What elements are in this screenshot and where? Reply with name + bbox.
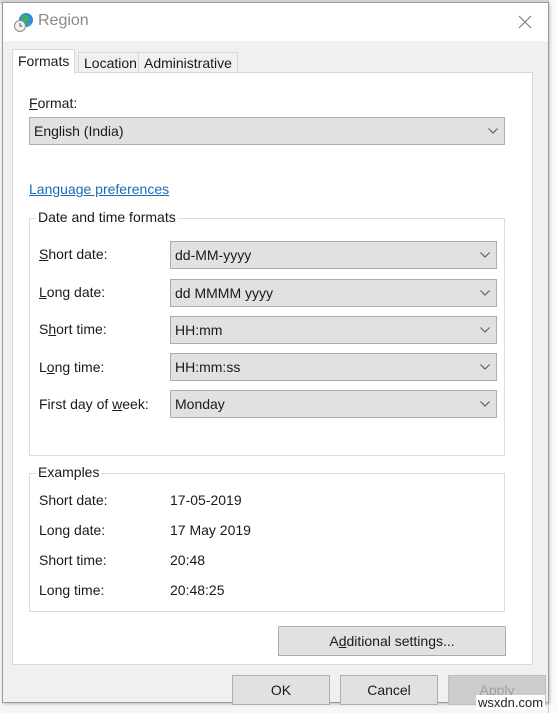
long-time-dropdown[interactable]: HH:mm:ss — [170, 353, 497, 381]
label-post: ort time: — [56, 321, 107, 337]
long-date-value: dd MMMM yyyy — [175, 285, 273, 301]
short-date-dropdown[interactable]: dd-MM-yyyy — [170, 241, 497, 269]
example-long-date-label: Long date: — [39, 522, 106, 538]
format-dropdown[interactable]: English (India) — [29, 117, 505, 145]
btn-text-post: ditional settings... — [346, 633, 455, 649]
short-date-label: Short date: — [39, 246, 108, 262]
short-date-value: dd-MM-yyyy — [175, 247, 252, 263]
format-label: Format: — [29, 95, 77, 111]
language-preferences-link[interactable]: Language preferences — [29, 181, 169, 197]
long-date-dropdown[interactable]: dd MMMM yyyy — [170, 279, 497, 307]
first-day-of-week-value: Monday — [175, 396, 225, 412]
date-time-formats-group: Date and time formats Short date: dd-MM-… — [29, 209, 505, 456]
example-short-time-value: 20:48 — [170, 552, 206, 568]
label-accel: S — [39, 246, 49, 262]
short-time-value: HH:mm — [175, 322, 223, 338]
tab-location[interactable]: Location — [78, 52, 143, 73]
label-accel: L — [39, 284, 47, 300]
title-bar: Region — [3, 3, 548, 41]
label-post: eek: — [122, 396, 149, 412]
window-title: Region — [38, 12, 89, 29]
short-time-label: Short time: — [39, 321, 107, 337]
tab-administrative[interactable]: Administrative — [138, 52, 238, 73]
long-time-value: HH:mm:ss — [175, 359, 241, 375]
example-short-time-label: Short time: — [39, 552, 107, 568]
example-short-date-value: 17-05-2019 — [170, 492, 242, 508]
format-label-text: ormat: — [37, 95, 78, 111]
example-long-time-label: Long time: — [39, 582, 105, 598]
date-time-formats-title: Date and time formats — [36, 209, 178, 225]
label-accel: w — [112, 396, 123, 412]
background-app-edge — [548, 0, 557, 713]
watermark: wsxdn.com — [476, 695, 546, 710]
example-long-date-value: 17 May 2019 — [170, 522, 251, 538]
long-date-label: Long date: — [39, 284, 105, 300]
additional-settings-button[interactable]: Additional settings... — [278, 626, 506, 656]
btn-text-pre: A — [329, 633, 339, 649]
chevron-down-icon — [480, 252, 490, 258]
tab-formats[interactable]: Formats — [12, 49, 76, 74]
example-long-time-value: 20:48:25 — [170, 582, 225, 598]
label-post: hort date: — [48, 246, 108, 262]
label-accel: o — [46, 359, 55, 375]
chevron-down-icon — [480, 364, 490, 370]
first-day-of-week-label: First day of week: — [39, 396, 149, 412]
label-pre: S — [39, 321, 49, 337]
format-label-accel: F — [29, 95, 38, 111]
label-post: ng time: — [54, 359, 105, 375]
close-button[interactable] — [502, 3, 548, 41]
globe-clock-icon — [13, 11, 33, 32]
first-day-of-week-dropdown[interactable]: Monday — [170, 390, 497, 418]
chevron-down-icon — [488, 128, 498, 134]
label-pre: L — [39, 359, 47, 375]
examples-title: Examples — [36, 464, 102, 480]
long-time-label: Long time: — [39, 359, 104, 375]
short-time-dropdown[interactable]: HH:mm — [170, 316, 497, 344]
cancel-button[interactable]: Cancel — [340, 675, 438, 705]
close-icon — [518, 15, 532, 29]
chevron-down-icon — [480, 327, 490, 333]
label-accel: h — [48, 321, 57, 337]
chevron-down-icon — [480, 401, 490, 407]
label-pre: First day of — [39, 396, 113, 412]
chevron-down-icon — [480, 290, 490, 296]
examples-group: Examples Short date: 17-05-2019 Long dat… — [29, 464, 505, 612]
example-short-date-label: Short date: — [39, 492, 108, 508]
region-dialog: Region Formats Location Administrative F… — [2, 2, 549, 705]
formats-panel: Format: English (India) Language prefere… — [12, 72, 533, 665]
ok-button[interactable]: OK — [232, 675, 330, 705]
label-post: ong date: — [46, 284, 106, 300]
format-value: English (India) — [34, 123, 124, 139]
